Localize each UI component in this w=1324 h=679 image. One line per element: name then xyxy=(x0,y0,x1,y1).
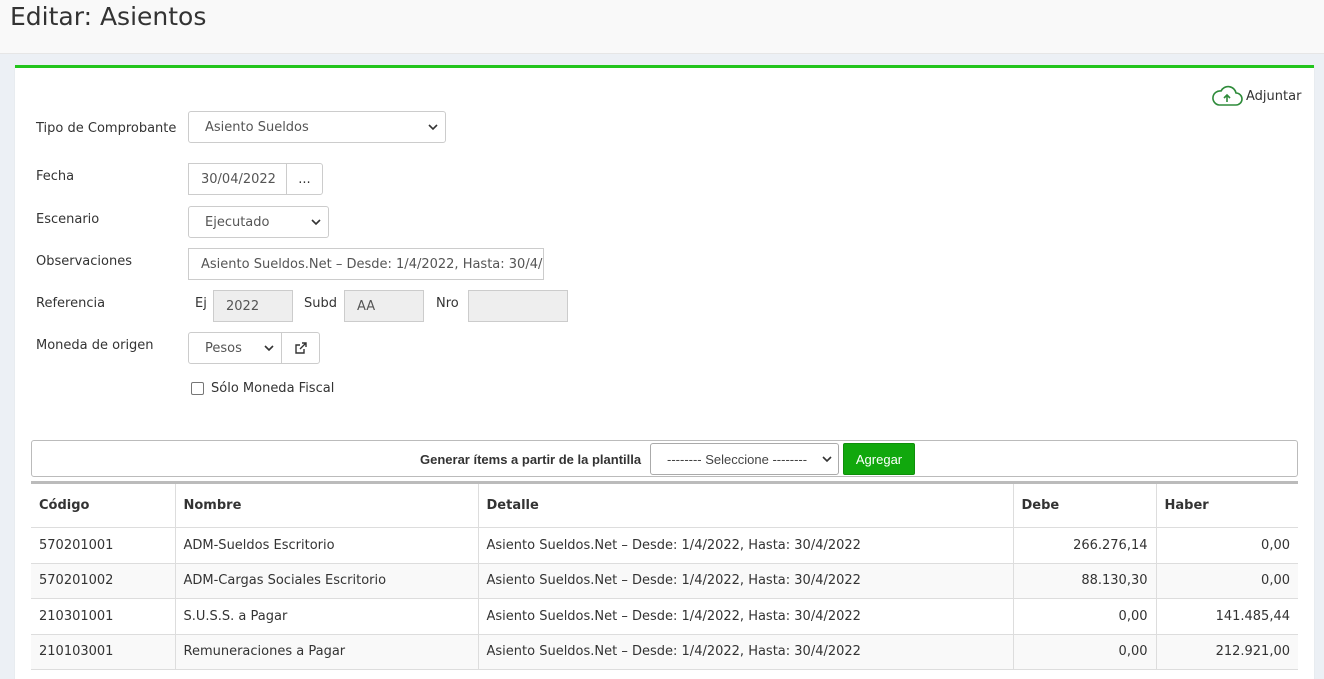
cell-detalle: Asiento Sueldos.Net – Desde: 1/4/2022, H… xyxy=(478,527,1014,564)
cell-nombre: S.U.S.S. a Pagar xyxy=(175,598,479,635)
solo-moneda-fiscal-label: Sólo Moneda Fiscal xyxy=(211,381,335,396)
cell-debe: 0,00 xyxy=(1013,598,1157,635)
cell-haber: 212.921,00 xyxy=(1156,634,1298,670)
moneda-select[interactable]: Pesos xyxy=(188,332,282,364)
cell-detalle: Asiento Sueldos.Net – Desde: 1/4/2022, H… xyxy=(478,598,1014,635)
date-picker-button[interactable]: ... xyxy=(286,163,323,195)
col-header-codigo[interactable]: Código xyxy=(31,482,176,528)
col-header-debe[interactable]: Debe xyxy=(1013,482,1157,528)
cell-nombre: ADM-Cargas Sociales Escritorio xyxy=(175,563,479,599)
table-row[interactable]: 210301001 S.U.S.S. a Pagar Asiento Sueld… xyxy=(31,598,1298,635)
cell-nombre: ADM-Sueldos Escritorio xyxy=(175,527,479,564)
escenario-value: Ejecutado xyxy=(205,214,270,230)
cell-debe: 0,00 xyxy=(1013,634,1157,670)
plantilla-label: Generar ítems a partir de la plantilla xyxy=(420,452,642,467)
plantilla-select-value: -------- Seleccione -------- xyxy=(667,451,808,467)
chevron-down-icon xyxy=(428,124,438,131)
plantilla-bar: Generar ítems a partir de la plantilla -… xyxy=(31,440,1298,477)
cell-codigo: 210103001 xyxy=(31,634,176,670)
external-link-button[interactable] xyxy=(281,332,320,364)
escenario-label: Escenario xyxy=(36,212,100,227)
ej-input[interactable]: 2022 xyxy=(213,290,293,322)
subd-input[interactable]: AA xyxy=(344,290,424,322)
attach-label: Adjuntar xyxy=(1246,88,1302,104)
cloud-upload-icon xyxy=(1212,85,1243,106)
cell-haber: 141.485,44 xyxy=(1156,598,1298,635)
attach-button[interactable]: Adjuntar xyxy=(1211,85,1301,107)
col-header-haber[interactable]: Haber xyxy=(1156,482,1298,528)
table-row[interactable]: 210103001 Remuneraciones a Pagar Asiento… xyxy=(31,634,1298,670)
fecha-label: Fecha xyxy=(36,169,75,184)
subd-value: AA xyxy=(357,298,376,314)
page-header: Editar: Asientos xyxy=(0,0,1324,54)
table-row[interactable]: 570201002 ADM-Cargas Sociales Escritorio… xyxy=(31,563,1298,599)
items-table: Código Nombre Detalle Debe Haber 5702010… xyxy=(31,481,1298,670)
cell-codigo: 210301001 xyxy=(31,598,176,635)
chevron-down-icon xyxy=(311,219,321,226)
cell-codigo: 570201001 xyxy=(31,527,176,564)
subd-label: Subd xyxy=(304,296,337,311)
page-title: Editar: Asientos xyxy=(10,2,207,31)
referencia-label: Referencia xyxy=(36,296,106,311)
nro-label: Nro xyxy=(436,296,459,311)
fecha-input[interactable]: 30/04/2022 xyxy=(188,163,287,195)
cell-haber: 0,00 xyxy=(1156,527,1298,564)
tipo-comprobante-label: Tipo de Comprobante xyxy=(36,121,177,136)
cell-nombre: Remuneraciones a Pagar xyxy=(175,634,479,670)
escenario-select[interactable]: Ejecutado xyxy=(188,206,329,238)
form-box: Adjuntar Tipo de Comprobante Asiento Sue… xyxy=(15,65,1314,679)
chevron-down-icon xyxy=(264,345,274,352)
ej-label: Ej xyxy=(195,296,207,311)
observaciones-label: Observaciones xyxy=(36,254,132,269)
nro-input[interactable] xyxy=(468,290,568,322)
cell-detalle: Asiento Sueldos.Net – Desde: 1/4/2022, H… xyxy=(478,634,1014,670)
solo-moneda-fiscal-row[interactable]: Sólo Moneda Fiscal xyxy=(191,381,334,396)
table-header-row: Código Nombre Detalle Debe Haber xyxy=(31,482,1298,528)
moneda-value: Pesos xyxy=(205,340,242,356)
tipo-comprobante-select[interactable]: Asiento Sueldos xyxy=(188,111,446,143)
cell-haber: 0,00 xyxy=(1156,563,1298,599)
observaciones-input[interactable]: Asiento Sueldos.Net – Desde: 1/4/2022, H… xyxy=(188,248,544,280)
plantilla-select[interactable]: -------- Seleccione -------- xyxy=(650,443,839,475)
observaciones-value: Asiento Sueldos.Net – Desde: 1/4/2022, H… xyxy=(201,256,544,272)
tipo-comprobante-value: Asiento Sueldos xyxy=(205,119,309,135)
external-link-icon xyxy=(294,342,307,354)
cell-detalle: Asiento Sueldos.Net – Desde: 1/4/2022, H… xyxy=(478,563,1014,599)
ej-value: 2022 xyxy=(226,298,260,314)
cell-debe: 88.130,30 xyxy=(1013,563,1157,599)
agregar-button[interactable]: Agregar xyxy=(843,443,915,475)
moneda-label: Moneda de origen xyxy=(36,338,154,353)
fecha-value: 30/04/2022 xyxy=(201,171,276,187)
col-header-nombre[interactable]: Nombre xyxy=(175,482,479,528)
solo-moneda-fiscal-checkbox[interactable] xyxy=(191,382,204,395)
table-row[interactable]: 570201001 ADM-Sueldos Escritorio Asiento… xyxy=(31,527,1298,564)
cell-debe: 266.276,14 xyxy=(1013,527,1157,564)
col-header-detalle[interactable]: Detalle xyxy=(478,482,1014,528)
cell-codigo: 570201002 xyxy=(31,563,176,599)
chevron-down-icon xyxy=(822,456,832,463)
